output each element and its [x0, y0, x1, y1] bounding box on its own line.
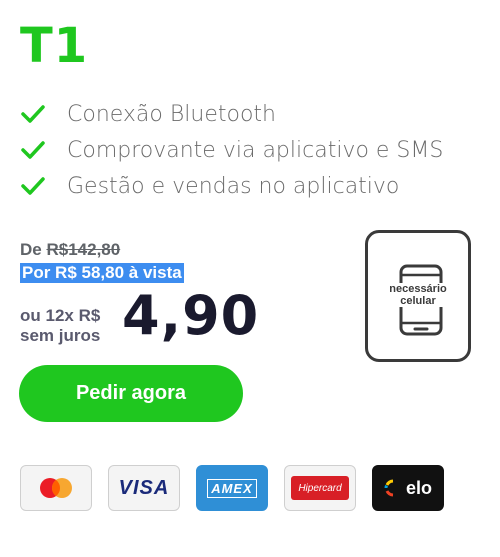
feature-item: Conexão Bluetooth	[20, 96, 443, 132]
old-price-prefix: De	[20, 240, 47, 259]
old-price-value: R$142,80	[46, 240, 121, 259]
feature-item: Gestão e vendas no aplicativo	[20, 168, 443, 204]
feature-text: Conexão Bluetooth	[67, 101, 276, 127]
visa-label: VISA	[118, 476, 170, 499]
installment-line1: ou 12x R$	[20, 306, 101, 325]
badge-text: necessário celular	[368, 283, 468, 307]
feature-text: Gestão e vendas no aplicativo	[67, 173, 400, 199]
amex-icon: AMEX	[196, 465, 268, 511]
feature-text: Comprovante via aplicativo e SMS	[67, 137, 444, 163]
checkmark-icon	[20, 137, 54, 163]
payment-methods: VISA AMEX Hipercard elo	[20, 465, 444, 511]
cash-price: Por R$ 58,80 à vista	[20, 263, 184, 283]
phone-required-badge: necessário celular	[365, 230, 471, 362]
elo-label: elo	[405, 477, 432, 498]
feature-list: Conexão Bluetooth Comprovante via aplica…	[20, 96, 443, 204]
installment-value: 4,90	[122, 284, 260, 347]
badge-line1: necessário	[368, 283, 468, 295]
elo-icon: elo	[372, 465, 444, 511]
hipercard-icon: Hipercard	[284, 465, 356, 511]
old-price: De R$142,80	[20, 240, 120, 260]
hipercard-label: Hipercard	[298, 482, 342, 494]
badge-line2: celular	[368, 295, 468, 307]
installment-label: ou 12x R$ sem juros	[20, 306, 100, 346]
mastercard-icon	[20, 465, 92, 511]
installment-line2: sem juros	[20, 326, 101, 345]
amex-label: AMEX	[207, 478, 257, 498]
checkmark-icon	[20, 101, 54, 127]
feature-item: Comprovante via aplicativo e SMS	[20, 132, 443, 168]
product-title: T1	[20, 18, 89, 74]
visa-icon: VISA	[108, 465, 180, 511]
order-now-button[interactable]: Pedir agora	[19, 365, 243, 422]
checkmark-icon	[20, 173, 54, 199]
